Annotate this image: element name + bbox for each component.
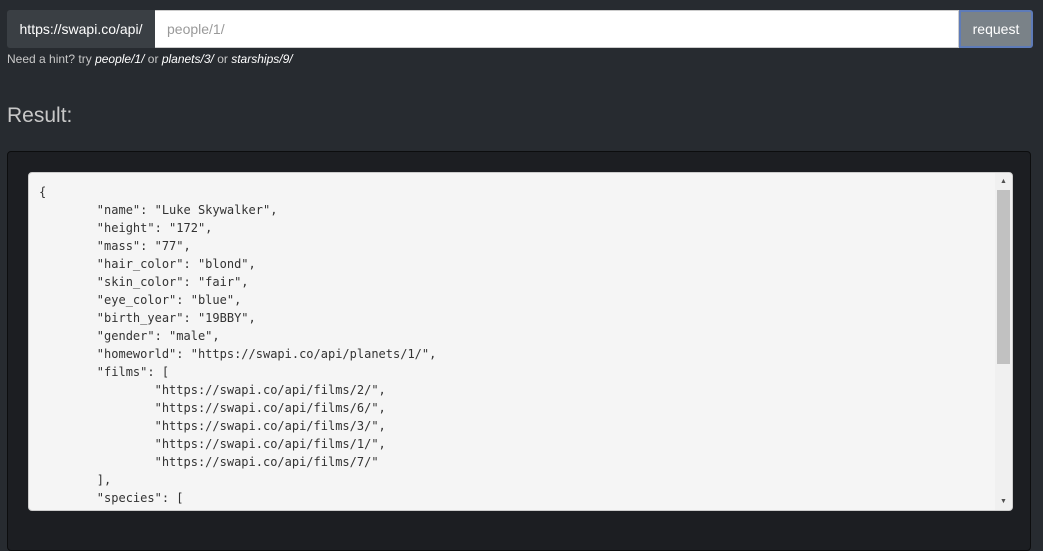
hint-example-planets[interactable]: planets/3/ <box>162 52 214 66</box>
scroll-up-arrow-icon[interactable]: ▲ <box>995 173 1012 190</box>
hint-prefix: Need a hint? try <box>7 52 92 66</box>
hint-separator: or <box>147 52 159 66</box>
hint-example-people[interactable]: people/1/ <box>95 52 144 66</box>
result-well: { "name": "Luke Skywalker", "height": "1… <box>7 151 1031 551</box>
result-heading: Result: <box>7 104 73 127</box>
hint-separator: or <box>217 52 228 66</box>
base-url-label: https://swapi.co/api/ <box>7 10 155 48</box>
scrollbar-thumb[interactable] <box>997 190 1010 364</box>
endpoint-input[interactable] <box>155 10 959 48</box>
hint-text: Need a hint? try people/1/ or planets/3/… <box>7 52 293 66</box>
result-json: { "name": "Luke Skywalker", "height": "1… <box>39 185 437 505</box>
request-bar: https://swapi.co/api/ request <box>7 10 1033 48</box>
request-button[interactable]: request <box>959 10 1033 48</box>
vertical-scrollbar[interactable]: ▲ ▼ <box>995 173 1012 510</box>
result-output[interactable]: { "name": "Luke Skywalker", "height": "1… <box>28 172 1013 511</box>
scroll-down-arrow-icon[interactable]: ▼ <box>995 493 1012 510</box>
hint-example-starships[interactable]: starships/9/ <box>231 52 292 66</box>
